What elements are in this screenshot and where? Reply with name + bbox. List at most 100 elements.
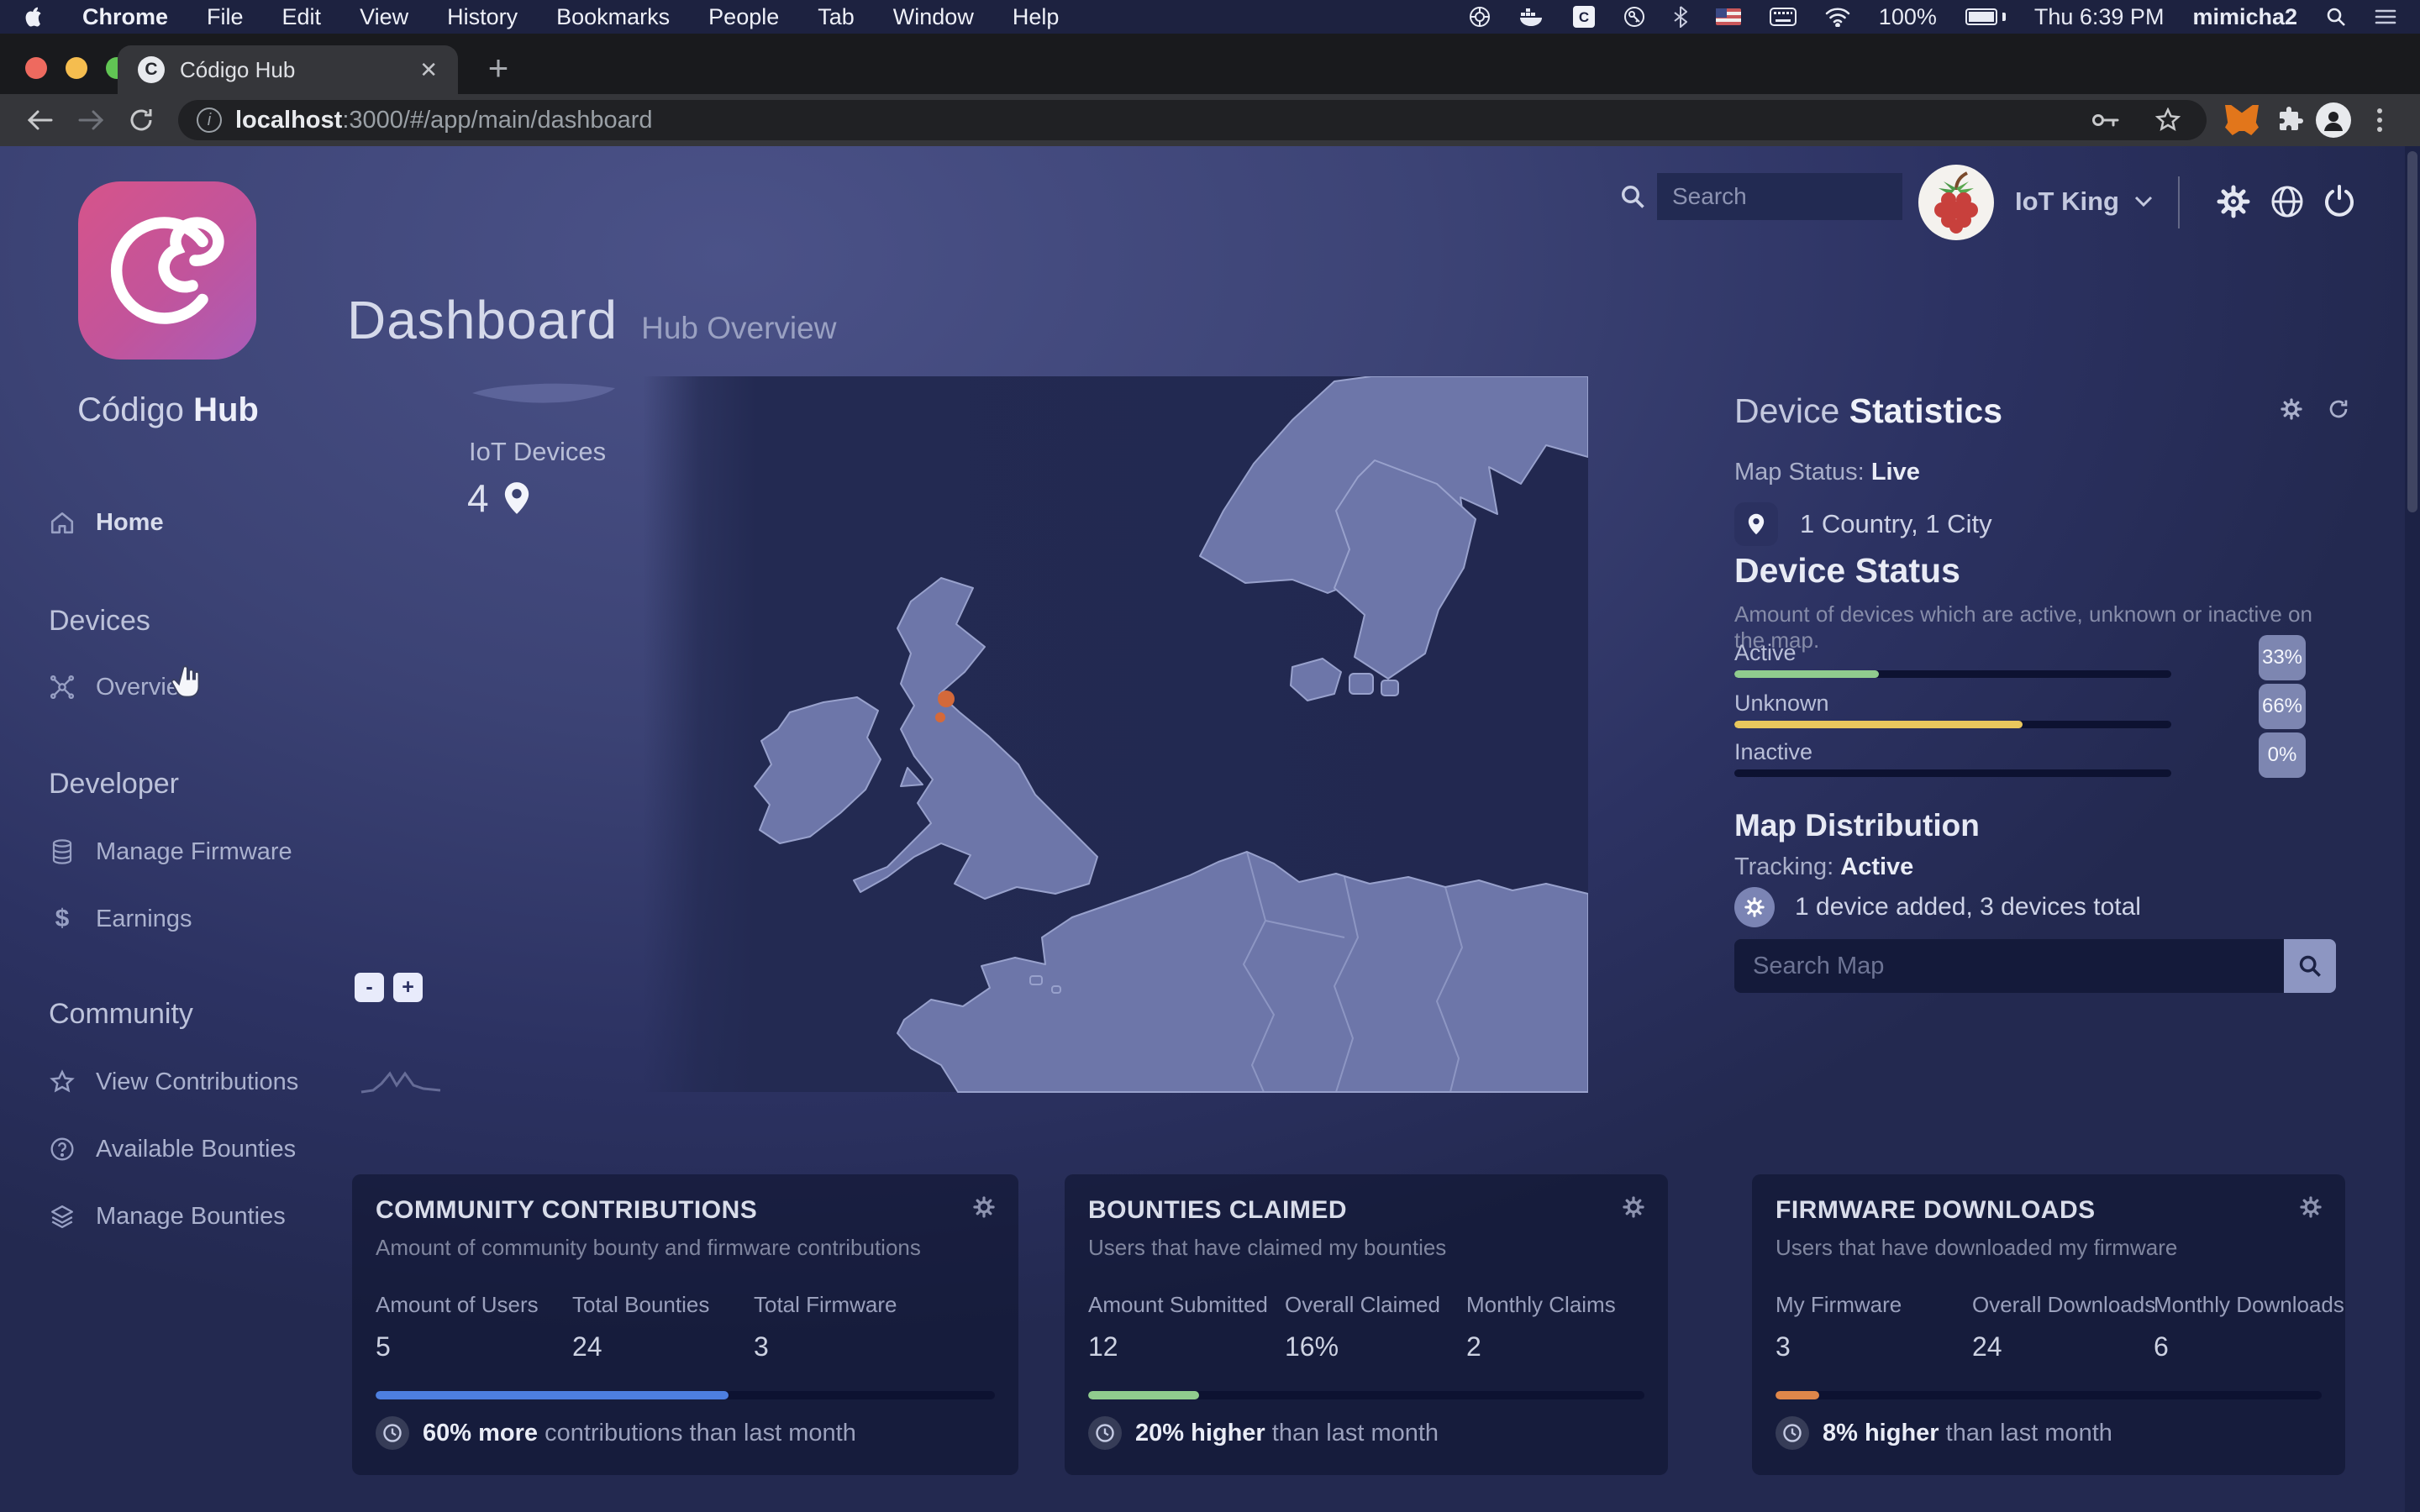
menu-item-help[interactable]: Help: [1013, 4, 1060, 30]
sidebar-item-manage-bounties[interactable]: Manage Bounties: [49, 1198, 286, 1235]
mouse-cursor-hand: [171, 665, 200, 698]
status-row-label: Unknown: [1734, 690, 1829, 716]
menu-clock-label[interactable]: Thu 6:39 PM: [2034, 4, 2165, 30]
settings-gear-icon[interactable]: [2213, 181, 2254, 222]
keyboard-menu-icon[interactable]: [1769, 8, 1797, 26]
bluetooth-menu-icon[interactable]: [1674, 6, 1687, 28]
menu-username-label[interactable]: mimicha2: [2192, 4, 2297, 30]
sidebar-section-devices: Devices: [49, 605, 150, 637]
map-distribution-title: Map Distribution: [1734, 808, 1980, 843]
device-marker[interactable]: [938, 690, 955, 707]
menu-item-bookmarks[interactable]: Bookmarks: [556, 4, 670, 30]
browser-tab[interactable]: C Código Hub ✕: [118, 45, 458, 94]
menu-item-chrome[interactable]: Chrome: [82, 4, 168, 30]
spotlight-search-icon[interactable]: [2326, 7, 2346, 27]
new-tab-button[interactable]: +: [477, 47, 519, 89]
panel-refresh-icon[interactable]: [2328, 398, 2349, 420]
map-search-input[interactable]: [1734, 939, 2284, 993]
menu-item-tab[interactable]: Tab: [818, 4, 855, 30]
card-settings-gear-icon[interactable]: [2300, 1196, 2322, 1218]
card-footer-text: 20% higher than last month: [1135, 1419, 1439, 1446]
browser-menu-icon[interactable]: [2358, 98, 2402, 142]
tab-close-icon[interactable]: ✕: [419, 57, 438, 83]
menu-item-file[interactable]: File: [207, 4, 244, 30]
forward-button[interactable]: [69, 98, 113, 142]
stat-value: 3: [1776, 1331, 1791, 1362]
sidebar-item-home[interactable]: Home: [49, 504, 164, 541]
sidebar-section-community: Community: [49, 998, 193, 1030]
power-icon[interactable]: [2319, 181, 2360, 222]
site-info-icon[interactable]: i: [197, 108, 222, 133]
header-divider: [2178, 176, 2180, 228]
menu-item-window[interactable]: Window: [893, 4, 974, 30]
metamask-extension-icon[interactable]: [2222, 100, 2262, 140]
menu-item-history[interactable]: History: [447, 4, 518, 30]
trend-clock-icon: [376, 1416, 409, 1450]
map-zoom-out-button[interactable]: -: [355, 973, 384, 1002]
europe-map[interactable]: [353, 376, 1588, 1094]
sidebar-item-manage-firmware[interactable]: Manage Firmware: [49, 833, 292, 870]
c-app-menu-icon[interactable]: C: [1572, 6, 1595, 28]
star-icon: [49, 1068, 76, 1095]
hub-icon: [49, 674, 76, 701]
macos-menu-bar: Chrome File Edit View History Bookmarks …: [0, 0, 2420, 34]
status-progress-track: [1734, 721, 2171, 728]
extensions-puzzle-icon[interactable]: [2269, 100, 2309, 140]
scrollbar[interactable]: [2405, 146, 2420, 1512]
docker-menu-icon[interactable]: [1519, 7, 1544, 27]
url-text[interactable]: localhost:3000/#/app/main/dashboard: [235, 107, 653, 134]
page-title: Dashboard: [347, 290, 618, 350]
location-summary: 1 Country, 1 City: [1800, 509, 1992, 538]
header-search-input[interactable]: [1657, 173, 1902, 220]
stat-value: 24: [572, 1331, 602, 1362]
stat-label: Overall Claimed: [1285, 1292, 1440, 1317]
stat-value: 6: [2154, 1331, 2169, 1362]
close-window-button[interactable]: [25, 57, 47, 79]
panel-settings-gear-icon[interactable]: [2281, 398, 2302, 420]
globe-icon[interactable]: [2267, 181, 2307, 222]
chrome-toolbar: i localhost:3000/#/app/main/dashboard: [0, 94, 2420, 146]
battery-icon[interactable]: [1965, 8, 2006, 25]
scrollbar-thumb[interactable]: [2407, 151, 2417, 512]
map-search-button[interactable]: [2284, 939, 2336, 993]
card-title: COMMUNITY CONTRIBUTIONS: [376, 1196, 758, 1224]
menu-item-edit[interactable]: Edit: [282, 4, 322, 30]
minimize-window-button[interactable]: [66, 57, 87, 79]
menu-item-people[interactable]: People: [708, 4, 779, 30]
card-footer-text: 60% more contributions than last month: [423, 1419, 856, 1446]
stat-value: 2: [1466, 1331, 1481, 1362]
map-iceland: [472, 383, 615, 403]
bounties-stack-icon: [49, 1203, 76, 1230]
app-logo[interactable]: [78, 181, 256, 360]
notification-center-icon[interactable]: [2375, 8, 2396, 26]
header-search-icon[interactable]: [1620, 184, 1645, 209]
stat-value: 24: [1972, 1331, 2002, 1362]
lifebuoy-menu-icon[interactable]: [1469, 6, 1491, 28]
sidebar-item-view-contributions[interactable]: View Contributions: [49, 1063, 298, 1100]
sidebar-item-earnings[interactable]: $ Earnings: [49, 900, 192, 937]
device-status-title: Device Status: [1734, 551, 1960, 590]
card-settings-gear-icon[interactable]: [973, 1196, 995, 1218]
card-settings-gear-icon[interactable]: [1623, 1196, 1644, 1218]
address-bar[interactable]: i localhost:3000/#/app/main/dashboard: [178, 100, 2207, 140]
wifi-menu-icon[interactable]: [1825, 7, 1850, 27]
status-pct-badge: 66%: [2259, 684, 2306, 729]
map-zoom-in-button[interactable]: +: [393, 973, 423, 1002]
password-key-icon[interactable]: [2086, 100, 2126, 140]
keychain-menu-icon[interactable]: [1623, 6, 1645, 28]
input-source-flag-icon[interactable]: [1715, 8, 1741, 25]
device-marker[interactable]: [935, 712, 945, 722]
sidebar-item-available-bounties[interactable]: Available Bounties: [49, 1131, 296, 1168]
map-devices-count: 4: [467, 476, 489, 520]
apple-logo-icon[interactable]: [24, 5, 44, 29]
browser-profile-icon[interactable]: [2316, 102, 2351, 138]
user-menu[interactable]: IoT King: [2015, 186, 2153, 217]
user-avatar[interactable]: [1918, 165, 1994, 240]
dashboard-page: IoT Devices 4 - + Código Hub Home Device…: [0, 146, 2420, 1512]
back-button[interactable]: [18, 98, 62, 142]
card-subtitle: Amount of community bounty and firmware …: [376, 1235, 921, 1260]
reload-button[interactable]: [119, 98, 163, 142]
menu-item-view[interactable]: View: [360, 4, 408, 30]
bookmark-star-icon[interactable]: [2148, 100, 2188, 140]
chevron-down-icon: [2134, 196, 2153, 207]
